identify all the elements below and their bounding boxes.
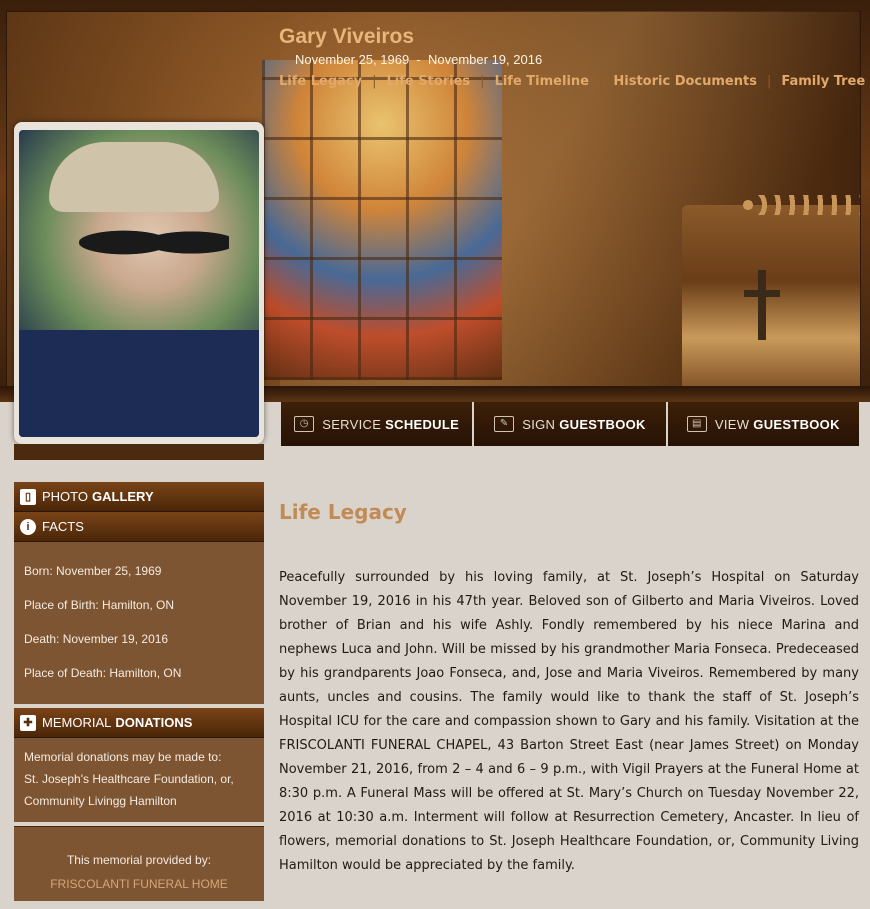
crucifix-bar [744,290,780,297]
section-title: Life Legacy [279,500,407,524]
fact-place-of-birth: Place of Birth: Hamilton, ON [24,598,175,612]
view-guestbook-button[interactable]: ▤ VIEW GUESTBOOK [667,402,859,446]
memorial-label: MEMORIAL [42,715,112,730]
guestbook-label: GUESTBOOK [559,416,646,432]
portrait-shirt [19,330,259,437]
obituary-text: Peacefully surrounded by his loving fami… [279,570,859,873]
nav-separator: | [480,74,485,89]
portrait-photo[interactable] [19,130,259,437]
sign-label: SIGN [522,416,556,432]
portrait-base-band [14,444,264,460]
date-separator: - [416,52,421,67]
sidebar: ▯ PHOTO GALLERY i FACTS Born: November 2… [14,482,264,901]
view-label: VIEW [714,416,750,432]
fact-born: Born: November 25, 1969 [24,564,162,578]
nav-life-stories[interactable]: Life Stories [387,74,471,89]
fact-place-of-death: Place of Death: Hamilton, ON [24,666,182,680]
guestbook-label: GUESTBOOK [753,416,840,432]
nav-family-tree[interactable]: Family Tree [781,74,865,89]
service-label: SERVICE [322,416,382,432]
donation-line: Community Livingg Hamilton [24,794,177,808]
birth-date: November 25, 1969 [295,52,410,67]
bible-image [682,205,860,395]
portrait-sunglasses [79,215,229,270]
portrait-cap [49,142,219,212]
clock-icon: ◷ [294,416,315,432]
photo-label: PHOTO [42,489,88,504]
photo-gallery-icon: ▯ [20,488,36,505]
nav-life-timeline[interactable]: Life Timeline [495,74,589,89]
nav-separator: | [372,74,377,89]
open-book-icon: ▤ [686,416,707,432]
donations-label: DONATIONS [115,715,193,730]
memorial-donations-tab: ✚ MEMORIAL DONATIONS [14,708,264,738]
rosary-image [740,195,860,215]
memorial-nav: Life Legacy | Life Stories | Life Timeli… [279,74,865,89]
info-icon: i [20,518,36,535]
service-schedule-button[interactable]: ◷ SERVICE SCHEDULE [281,402,473,446]
nav-life-legacy[interactable]: Life Legacy [279,74,362,89]
deceased-name: Gary Viveiros [279,25,415,48]
main-content: Life Legacy Peacefully surrounded by his… [279,500,859,878]
nav-separator: | [766,74,772,89]
fact-death: Death: November 19, 2016 [24,632,169,646]
photo-gallery-tab[interactable]: ▯ PHOTO GALLERY [14,482,264,512]
death-date: November 19, 2016 [428,52,543,67]
gallery-label: GALLERY [92,489,154,504]
donation-line: St. Joseph's Healthcare Foundation, or, [24,772,234,786]
facts-tab: i FACTS [14,512,264,542]
action-bar: ◷ SERVICE SCHEDULE ✎ SIGN GUESTBOOK ▤ VI… [281,402,859,446]
provided-by-panel: This memorial provided by: FRISCOLANTI F… [14,826,264,901]
donations-panel: Memorial donations may be made to: St. J… [14,738,264,822]
facts-title: FACTS [42,519,84,534]
portrait-frame [14,122,264,444]
life-dates: November 25, 1969 - November 19, 2016 [295,52,542,67]
funeral-home-link[interactable]: FRISCOLANTI FUNERAL HOME [24,877,254,891]
pen-book-icon: ✎ [494,416,515,432]
sign-guestbook-button[interactable]: ✎ SIGN GUESTBOOK [474,402,666,446]
donation-line: Memorial donations may be made to: [24,750,222,764]
schedule-label: SCHEDULE [385,416,460,432]
nav-separator: | [598,74,604,89]
gift-icon: ✚ [20,714,36,731]
nav-historic-documents[interactable]: Historic Documents [613,74,757,89]
crucifix-image [758,270,766,340]
provided-by-label: This memorial provided by: [66,853,212,867]
facts-panel: Born: November 25, 1969 Place of Birth: … [14,542,264,704]
stained-glass-window-image [262,60,502,380]
